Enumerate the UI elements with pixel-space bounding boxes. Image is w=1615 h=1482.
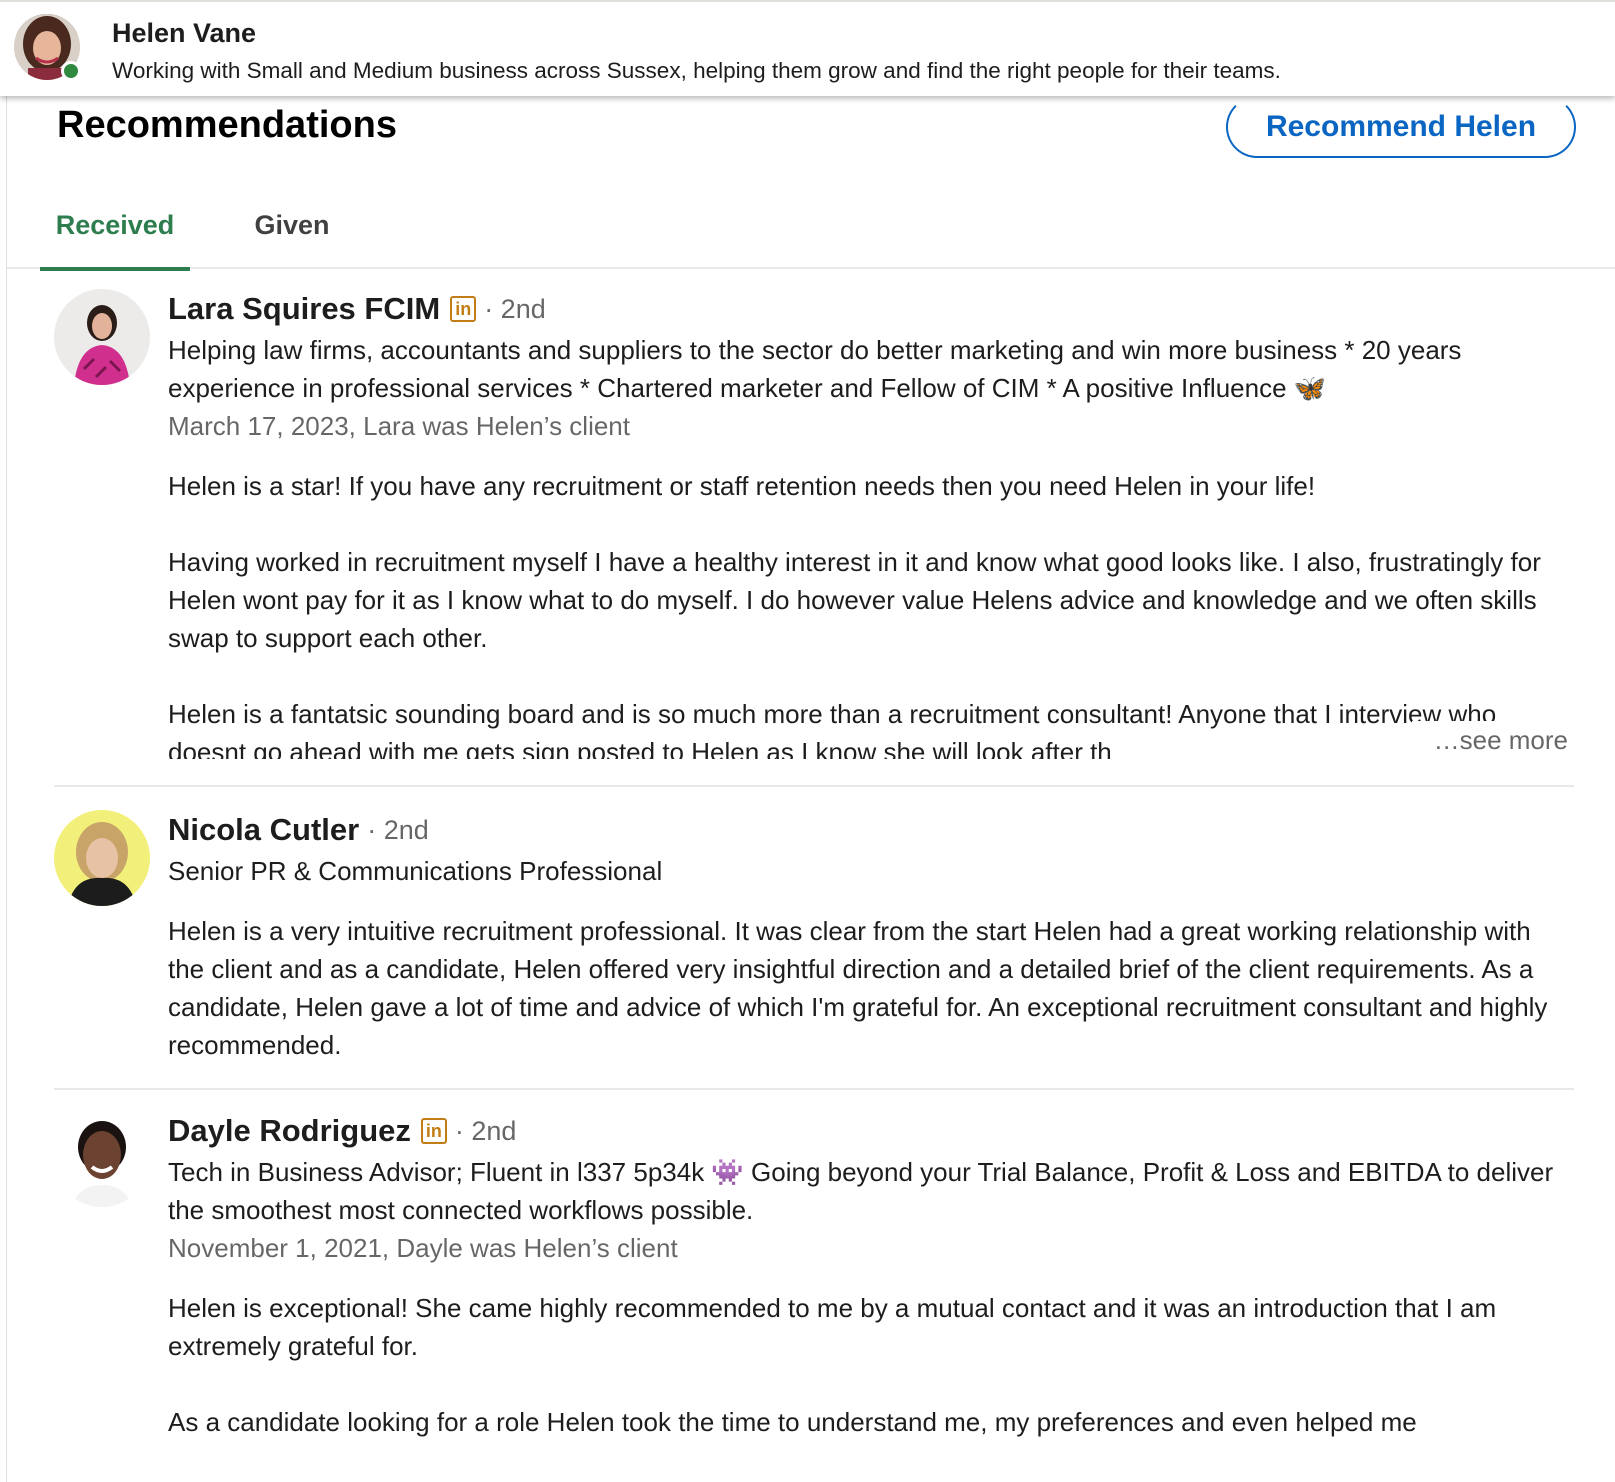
recommender-avatar[interactable] [54, 289, 150, 385]
recommender-name[interactable]: Dayle Rodriguez [168, 1111, 411, 1151]
profile-sticky-header: Helen Vane Working with Small and Medium… [0, 0, 1615, 96]
recommender-name[interactable]: Lara Squires FCIM [168, 289, 440, 329]
recommendation-text: Helen is a star! If you have any recruit… [168, 471, 1541, 759]
connection-degree: · 2nd [454, 1116, 517, 1146]
recommendation-text: Helen is exceptional! She came highly re… [168, 1293, 1497, 1437]
recommender-name-line: Lara Squires FCIM in · 2nd [168, 289, 1568, 329]
linkedin-premium-icon: in [420, 1118, 447, 1144]
connection-degree: · 2nd [367, 815, 429, 845]
recommendation-item: Lara Squires FCIM in · 2nd Helping law f… [54, 289, 1574, 769]
recommendation-body: Dayle Rodriguez in · 2nd Tech in Busines… [168, 1111, 1568, 1441]
tab-given[interactable]: Given [237, 182, 347, 269]
recommender-headline: Senior PR & Communications Professional [168, 856, 663, 886]
online-status-icon [61, 61, 81, 81]
recommender-name-line: Dayle Rodriguez in · 2nd [168, 1111, 1568, 1151]
divider [54, 785, 1574, 787]
recommendation-text-wrap: Helen is a star! If you have any recruit… [168, 467, 1568, 759]
connection-degree: · 2nd [484, 294, 546, 324]
linkedin-premium-icon: in [450, 296, 477, 322]
recommender-name-line: Nicola Cutler · 2nd [168, 810, 1568, 850]
recommendation-date-relationship: November 1, 2021, Dayle was Helen’s clie… [168, 1233, 678, 1263]
recommendation-date-relationship: March 17, 2023, Lara was Helen’s client [168, 411, 630, 441]
divider [54, 1088, 1574, 1090]
recommendation-body: Lara Squires FCIM in · 2nd Helping law f… [168, 289, 1568, 759]
profile-headline: Working with Small and Medium business a… [112, 58, 1281, 83]
tab-received[interactable]: Received [40, 182, 190, 271]
recommend-button[interactable]: Recommend Helen [1226, 96, 1576, 158]
recommendation-tabs: Received Given [7, 182, 1615, 271]
see-more-link[interactable]: …see more [1411, 721, 1568, 759]
recommendation-body: Nicola Cutler · 2nd Senior PR & Communic… [168, 810, 1568, 1064]
recommender-avatar[interactable] [54, 1111, 150, 1207]
recommendation-text: Helen is a very intuitive recruitment pr… [168, 916, 1548, 1060]
section-title: Recommendations [57, 104, 397, 146]
recommendations-section: Recommendations Recommend Helen Received… [6, 96, 1615, 1482]
recommender-name[interactable]: Nicola Cutler [168, 810, 359, 850]
recommendation-item: Nicola Cutler · 2nd Senior PR & Communic… [54, 810, 1574, 1070]
recommendation-item: Dayle Rodriguez in · 2nd Tech in Busines… [54, 1111, 1574, 1482]
recommender-headline: Tech in Business Advisor; Fluent in l337… [168, 1157, 1554, 1225]
recommender-headline: Helping law firms, accountants and suppl… [168, 335, 1462, 403]
recommender-avatar[interactable] [54, 810, 150, 906]
profile-name: Helen Vane [112, 18, 257, 48]
